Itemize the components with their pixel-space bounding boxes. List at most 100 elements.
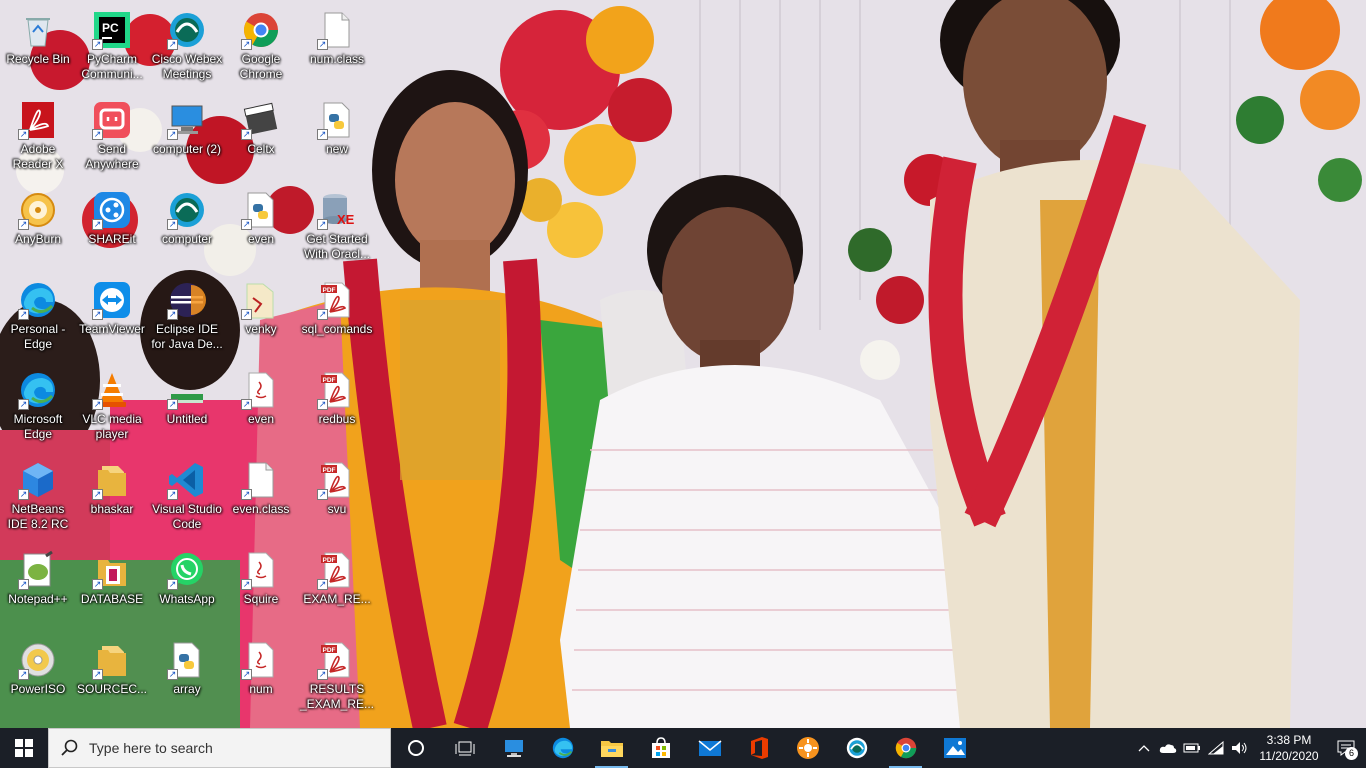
desktop-icon[interactable]: ↗ Visual Studio Code [149, 452, 225, 540]
shortcut-arrow-icon: ↗ [18, 129, 29, 140]
desktop-icon[interactable]: ↗ AnyBurn [0, 182, 76, 270]
desktop-icon-label: AnyBurn [14, 232, 62, 246]
desktop-icon[interactable]: ↗ TeamViewer [74, 272, 150, 360]
python-file-icon: ↗ [241, 190, 281, 230]
desktop-icon[interactable]: ↗ computer (2) [149, 92, 225, 180]
taskbar-button-chrome-taskbar[interactable] [881, 728, 930, 768]
pdf-icon: PDF ↗ [317, 550, 357, 590]
file-icon: ↗ [317, 10, 357, 50]
desktop-icon[interactable]: ↗ Untitled [149, 362, 225, 450]
shortcut-arrow-icon: ↗ [92, 129, 103, 140]
desktop-icon[interactable]: ↗ array [149, 632, 225, 720]
shortcut-arrow-icon: ↗ [92, 669, 103, 680]
desktop-icon[interactable]: ↗ even [223, 362, 299, 450]
shortcut-arrow-icon: ↗ [92, 39, 103, 50]
desktop-icon[interactable]: PC ↗ PyCharm Communi... [74, 2, 150, 90]
battery-icon[interactable] [1180, 728, 1204, 768]
taskbar-button-office[interactable] [734, 728, 783, 768]
desktop-icon[interactable]: ↗ Celtx [223, 92, 299, 180]
desktop-icon[interactable]: PDF ↗ redbus [299, 362, 375, 450]
vlc-icon: ↗ [92, 370, 132, 410]
desktop-icon[interactable]: ↗ SOURCEC... [74, 632, 150, 720]
taskbar-button-webex-taskbar[interactable] [832, 728, 881, 768]
desktop-icon[interactable]: ↗ Microsoft Edge [0, 362, 76, 450]
search-icon [61, 739, 78, 756]
shareit-icon: ↗ [92, 190, 132, 230]
desktop-icon[interactable]: Recycle Bin [0, 2, 76, 90]
shortcut-arrow-icon: ↗ [167, 219, 178, 230]
taskbar-search-box[interactable]: Type here to search [48, 728, 391, 768]
desktop-icon[interactable]: ↗ num.class [299, 2, 375, 90]
desktop-icon[interactable]: ↗ NetBeans IDE 8.2 RC [0, 452, 76, 540]
desktop-icon[interactable]: ↗ Squire [223, 542, 299, 630]
desktop-icon[interactable]: ↗ Eclipse IDE for Java De... [149, 272, 225, 360]
clock[interactable]: 3:38 PM 11/20/2020 [1252, 732, 1326, 764]
desktop-icon-label: Adobe Reader X [12, 142, 64, 171]
desktop-icon[interactable]: ↗ Notepad++ [0, 542, 76, 630]
taskbar-button-sunflower-app[interactable] [783, 728, 832, 768]
edge-icon: ↗ [18, 370, 58, 410]
python-file-icon: ↗ [167, 640, 207, 680]
taskbar-button-task-view[interactable] [440, 728, 489, 768]
volume-icon[interactable] [1228, 728, 1252, 768]
desktop-icon[interactable]: ↗ Google Chrome [223, 2, 299, 90]
desktop-icon-label: SHAREit [88, 232, 136, 246]
svg-text:PC: PC [102, 21, 119, 35]
desktop-icon-label: bhaskar [90, 502, 134, 516]
shortcut-arrow-icon: ↗ [241, 399, 252, 410]
desktop-icon[interactable]: ↗ Adobe Reader X [0, 92, 76, 180]
desktop-icon-label: svu [327, 502, 347, 516]
desktop-icon-label: PyCharm Communi... [81, 52, 143, 81]
pdf-icon: PDF ↗ [317, 370, 357, 410]
desktop-icon[interactable]: ↗ VLC media player [74, 362, 150, 450]
desktop-icon-label: SOURCEC... [76, 682, 147, 696]
shortcut-arrow-icon: ↗ [317, 219, 328, 230]
wifi-icon[interactable] [1204, 728, 1228, 768]
shortcut-arrow-icon: ↗ [241, 669, 252, 680]
desktop-icon[interactable]: ↗ Send Anywhere [74, 92, 150, 180]
desktop-icon[interactable]: ↗ new [299, 92, 375, 180]
shortcut-arrow-icon: ↗ [167, 669, 178, 680]
desktop-icon[interactable]: PDF ↗ svu [299, 452, 375, 540]
desktop-icon[interactable]: ↗ Cisco Webex Meetings [149, 2, 225, 90]
action-center-button[interactable]: 6 [1326, 728, 1366, 768]
desktop-icon[interactable]: ↗ bhaskar [74, 452, 150, 540]
edge-taskbar-icon [551, 736, 575, 760]
desktop-icon[interactable]: ↗ Personal - Edge [0, 272, 76, 360]
onedrive-cloud-icon[interactable] [1156, 728, 1180, 768]
taskbar-button-store[interactable] [636, 728, 685, 768]
desktop-icon[interactable]: PDF ↗ sql_comands [299, 272, 375, 360]
start-button[interactable] [0, 728, 48, 768]
taskbar-button-file-explorer[interactable] [587, 728, 636, 768]
desktop-icon[interactable]: XE ↗ Get Started With Oracl... [299, 182, 375, 270]
shortcut-arrow-icon: ↗ [167, 39, 178, 50]
taskbar-button-cortana[interactable] [391, 728, 440, 768]
desktop-icon[interactable]: ↗ SHAREit [74, 182, 150, 270]
desktop-icon[interactable]: ↗ even.class [223, 452, 299, 540]
shortcut-arrow-icon: ↗ [167, 309, 178, 320]
desktop-icon[interactable]: ↗ even [223, 182, 299, 270]
photos-icon [943, 737, 967, 759]
shortcut-arrow-icon: ↗ [317, 39, 328, 50]
desktop-icon[interactable]: ↗ DATABASE [74, 542, 150, 630]
anyburn-icon: ↗ [18, 190, 58, 230]
desktop-icon[interactable]: ↗ WhatsApp [149, 542, 225, 630]
show-hidden-icons-chevron-icon[interactable] [1132, 728, 1156, 768]
desktop-icon[interactable]: PDF ↗ RESULTS _EXAM_RE... [299, 632, 375, 720]
computer-app-icon [503, 738, 525, 758]
shortcut-arrow-icon: ↗ [167, 489, 178, 500]
taskbar-button-mail[interactable] [685, 728, 734, 768]
desktop-icon[interactable]: ↗ venky [223, 272, 299, 360]
desktop-icon[interactable]: ↗ PowerISO [0, 632, 76, 720]
shortcut-arrow-icon: ↗ [241, 219, 252, 230]
python-file-icon: ↗ [317, 100, 357, 140]
eclipse-icon: ↗ [167, 280, 207, 320]
taskbar-button-photos[interactable] [930, 728, 979, 768]
cortana-icon [407, 739, 425, 757]
taskbar-button-computer-app[interactable] [489, 728, 538, 768]
taskbar-button-edge-taskbar[interactable] [538, 728, 587, 768]
desktop-icon[interactable]: ↗ num [223, 632, 299, 720]
desktop-icon[interactable]: ↗ computer [149, 182, 225, 270]
desktop-icon[interactable]: PDF ↗ EXAM_RE... [299, 542, 375, 630]
mail-icon [698, 739, 722, 757]
